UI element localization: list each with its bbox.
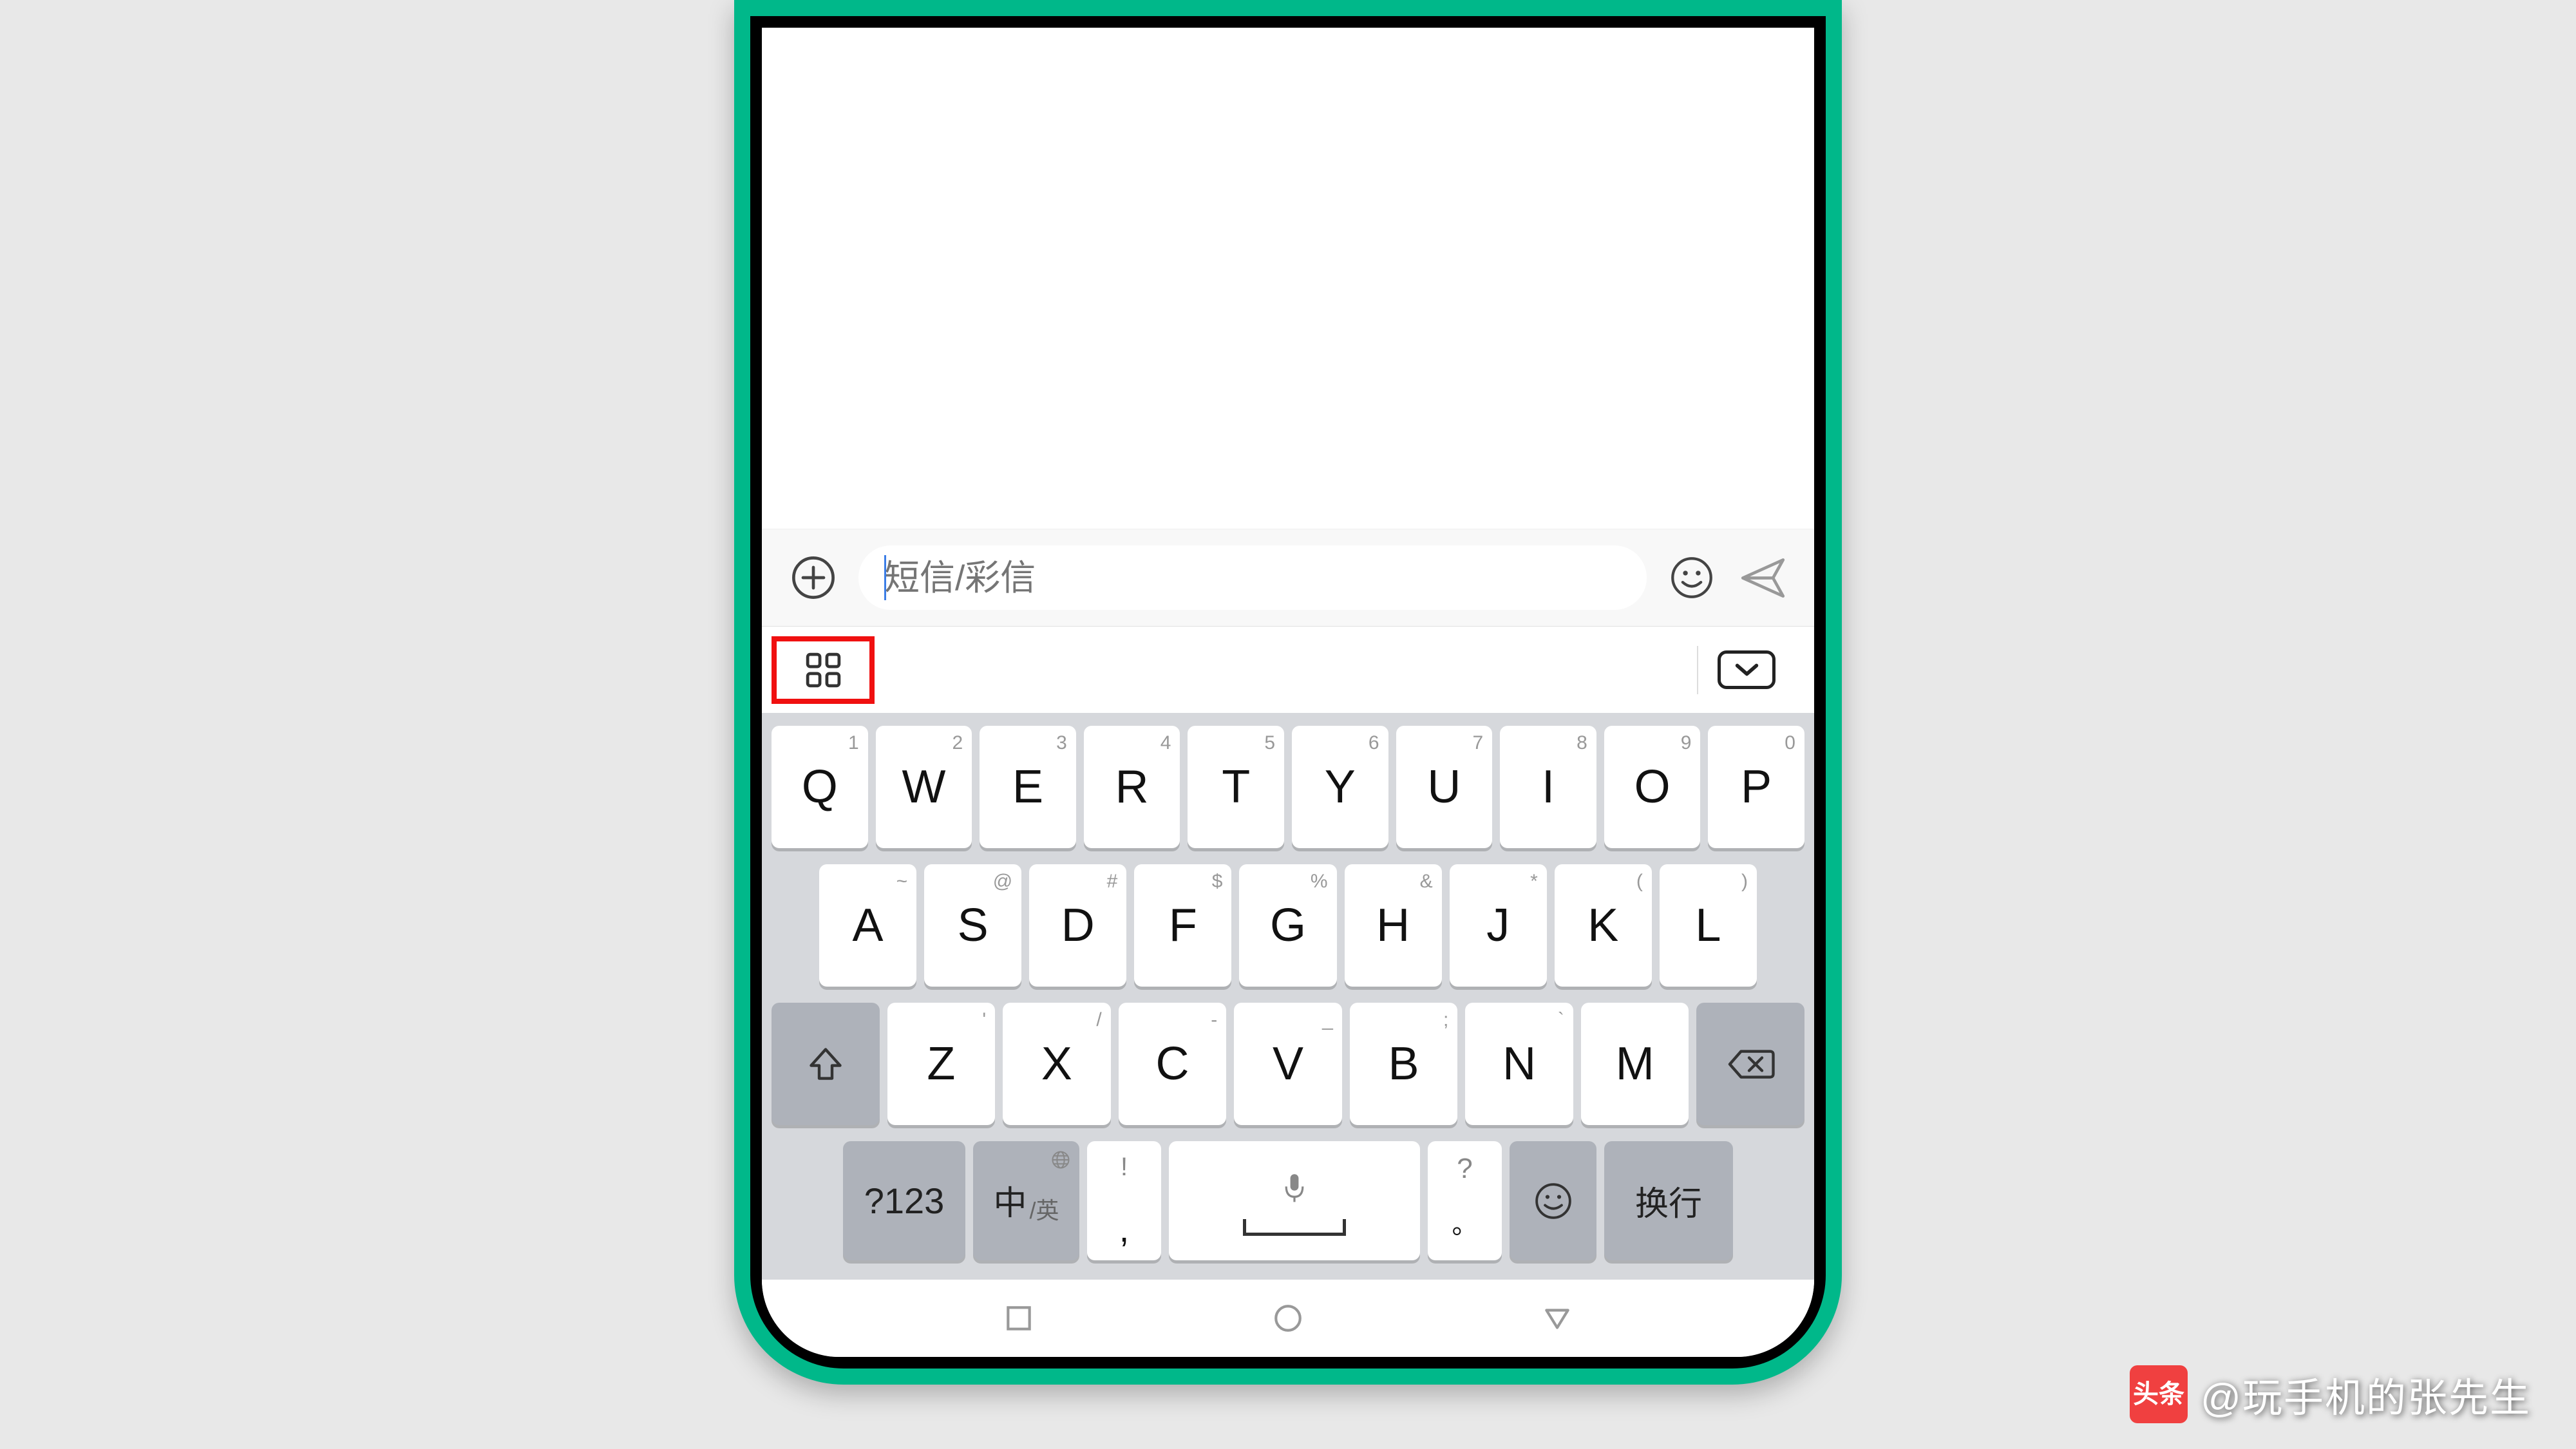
key-shift[interactable] [772, 1003, 880, 1125]
key-i[interactable]: 8I [1500, 726, 1596, 848]
key-s[interactable]: @S [924, 864, 1021, 987]
key-n[interactable]: `N [1465, 1003, 1573, 1125]
space-indicator [1243, 1219, 1346, 1236]
key-language-switch[interactable]: 中/英 [973, 1141, 1079, 1260]
keyboard-row-2: ~A @S #D $F %G &H *J (K )L [772, 864, 1804, 987]
key-comma[interactable]: ! , [1087, 1141, 1161, 1260]
key-e[interactable]: 3E [980, 726, 1076, 848]
nav-back-button[interactable] [1541, 1302, 1573, 1334]
send-icon [1739, 554, 1787, 602]
key-b[interactable]: ;B [1350, 1003, 1458, 1125]
keyboard-menu-button[interactable] [772, 636, 875, 704]
app-content-area [762, 28, 1814, 529]
key-enter[interactable]: 换行 [1604, 1141, 1733, 1260]
triangle-down-icon [1541, 1302, 1573, 1334]
keyboard-row-3: 'Z /X -C _V ;B `N M [772, 1003, 1804, 1125]
key-z[interactable]: 'Z [887, 1003, 996, 1125]
backspace-icon [1727, 1046, 1775, 1082]
toolbar-divider [1697, 646, 1698, 694]
key-q[interactable]: 1Q [772, 726, 868, 848]
keyboard-toolbar [762, 626, 1814, 713]
message-input-bar [762, 529, 1814, 626]
key-f[interactable]: $F [1134, 864, 1231, 987]
key-v[interactable]: _V [1234, 1003, 1342, 1125]
key-p[interactable]: 0P [1708, 726, 1804, 848]
key-h[interactable]: &H [1345, 864, 1442, 987]
chevron-down-icon [1732, 661, 1761, 679]
microphone-icon [1282, 1172, 1307, 1203]
key-c[interactable]: -C [1119, 1003, 1227, 1125]
key-m[interactable]: M [1581, 1003, 1689, 1125]
grid-icon [802, 649, 844, 691]
watermark: 头条 @玩手机的张先生 [2130, 1365, 2531, 1423]
add-attachment-button[interactable] [788, 552, 839, 603]
android-nav-bar [762, 1280, 1814, 1357]
key-period[interactable]: ? 。 [1428, 1141, 1502, 1260]
keyboard-row-4: ?123 中/英 ! , ? 。 [772, 1141, 1804, 1260]
key-w[interactable]: 2W [876, 726, 972, 848]
key-k[interactable]: (K [1555, 864, 1652, 987]
watermark-text: @玩手机的张先生 [2201, 1365, 2531, 1423]
key-l[interactable]: )L [1660, 864, 1757, 987]
key-o[interactable]: 9O [1604, 726, 1701, 848]
square-icon [1003, 1302, 1035, 1334]
collapse-keyboard-button[interactable] [1718, 650, 1776, 689]
key-a[interactable]: ~A [819, 864, 916, 987]
key-u[interactable]: 7U [1396, 726, 1493, 848]
key-backspace[interactable] [1696, 1003, 1804, 1125]
key-r[interactable]: 4R [1084, 726, 1180, 848]
shift-icon [806, 1045, 845, 1083]
phone-screen: 1Q 2W 3E 4R 5T 6Y 7U 8I 9O 0P ~A @S #D $ [762, 28, 1814, 1357]
key-y[interactable]: 6Y [1292, 726, 1388, 848]
key-j[interactable]: *J [1450, 864, 1547, 987]
key-symbols-mode[interactable]: ?123 [843, 1141, 965, 1260]
key-d[interactable]: #D [1029, 864, 1126, 987]
circle-icon [1272, 1302, 1304, 1334]
key-space[interactable] [1169, 1141, 1420, 1260]
smile-icon [1670, 556, 1714, 600]
key-emoji[interactable] [1510, 1141, 1596, 1260]
key-g[interactable]: %G [1239, 864, 1336, 987]
keyboard: 1Q 2W 3E 4R 5T 6Y 7U 8I 9O 0P ~A @S #D $ [762, 713, 1814, 1280]
key-x[interactable]: /X [1003, 1003, 1111, 1125]
message-input-container[interactable] [858, 545, 1647, 610]
keyboard-row-1: 1Q 2W 3E 4R 5T 6Y 7U 8I 9O 0P [772, 726, 1804, 848]
phone-bezel: 1Q 2W 3E 4R 5T 6Y 7U 8I 9O 0P ~A @S #D $ [750, 16, 1826, 1368]
watermark-logo: 头条 [2130, 1365, 2188, 1423]
nav-home-button[interactable] [1272, 1302, 1304, 1334]
globe-icon [1051, 1150, 1070, 1173]
plus-circle-icon [791, 555, 836, 600]
message-input[interactable] [884, 557, 1621, 598]
text-cursor [884, 555, 886, 600]
nav-recent-button[interactable] [1003, 1302, 1035, 1334]
key-t[interactable]: 5T [1188, 726, 1284, 848]
emoji-button[interactable] [1666, 552, 1718, 603]
phone-frame: 1Q 2W 3E 4R 5T 6Y 7U 8I 9O 0P ~A @S #D $ [734, 0, 1842, 1385]
smile-outline-icon [1533, 1181, 1573, 1221]
send-button[interactable] [1737, 552, 1788, 603]
